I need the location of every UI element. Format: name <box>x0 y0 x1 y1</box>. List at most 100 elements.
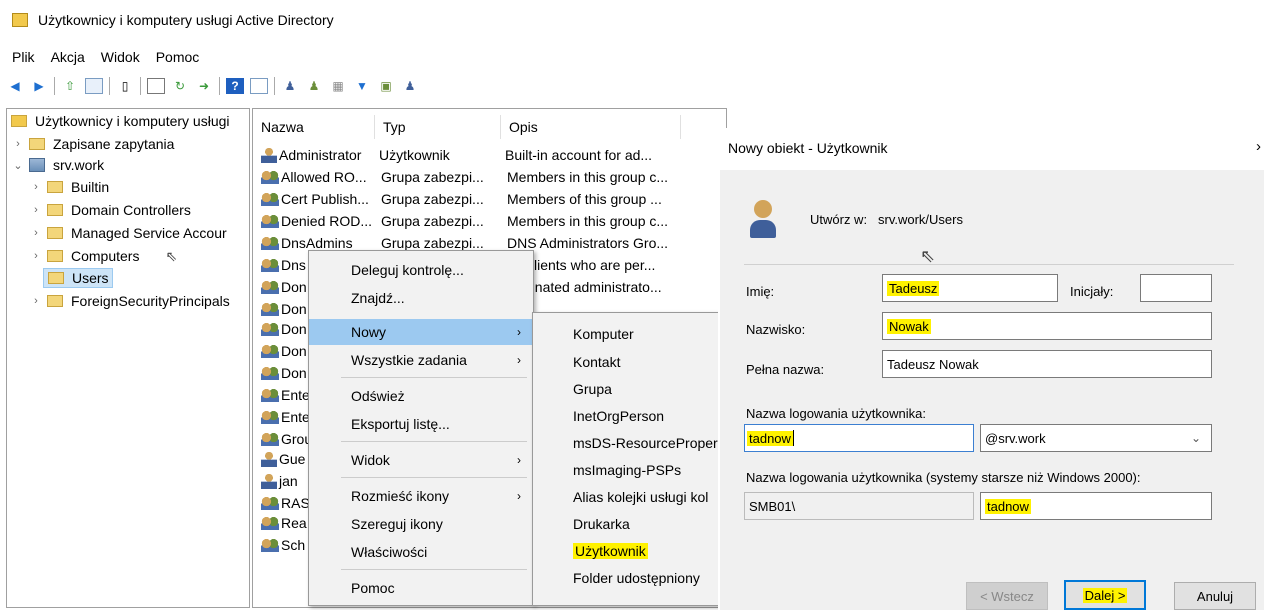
add-to-group-icon[interactable]: ♟ <box>401 78 419 94</box>
menu-action[interactable]: Akcja <box>51 49 85 65</box>
submenu-item-msds-resource[interactable]: msDS-ResourceProper <box>533 430 727 456</box>
new-ou-icon[interactable]: ▦ <box>329 78 347 94</box>
find-icon[interactable]: ▣ <box>377 78 395 94</box>
folder-icon <box>47 295 63 307</box>
menubar: Plik Akcja Widok Pomoc <box>0 46 215 68</box>
initials-field[interactable] <box>1140 274 1212 302</box>
tree-item-domain-controllers[interactable]: › Domain Controllers <box>29 200 191 220</box>
chevron-right-icon[interactable]: › <box>29 295 43 307</box>
menu-item-help[interactable]: Pomoc <box>309 575 533 601</box>
full-name-label: Pełna nazwa: <box>746 362 825 377</box>
back-button[interactable]: < Wstecz <box>966 582 1048 610</box>
table-row[interactable]: Allowed RO... Grupa zabezpi... Members in … <box>261 167 668 187</box>
legacy-logon-field[interactable]: tadnow <box>980 492 1212 520</box>
tree-item-label: Zapisane zapytania <box>53 136 175 152</box>
chevron-right-icon[interactable]: › <box>29 250 43 262</box>
menu-file[interactable]: Plik <box>12 49 35 65</box>
submenu-item-computer[interactable]: Komputer <box>533 321 727 347</box>
forward-icon[interactable]: ▶ <box>30 78 48 94</box>
submenu-item-contact[interactable]: Kontakt <box>533 349 727 375</box>
last-name-field[interactable]: Nowak <box>882 312 1212 340</box>
tree-item-builtin[interactable]: › Builtin <box>29 177 109 197</box>
menu-item-line-up-icons[interactable]: Szereguj ikony <box>309 511 533 537</box>
submenu-item-printer[interactable]: Drukarka <box>533 511 727 537</box>
tree-item-managed-service[interactable]: › Managed Service Accour <box>29 223 226 243</box>
close-icon[interactable]: › <box>1256 138 1261 155</box>
group-icon <box>261 388 279 402</box>
tree-item-users[interactable]: Users <box>43 268 113 288</box>
clipboard-icon[interactable]: ▯ <box>116 78 134 94</box>
menu-help[interactable]: Pomoc <box>156 49 200 65</box>
help-icon[interactable]: ? <box>226 78 244 94</box>
group-icon <box>261 214 279 228</box>
user-icon <box>261 147 277 163</box>
column-header-type[interactable]: Typ <box>375 115 501 139</box>
back-icon[interactable]: ◀ <box>6 78 24 94</box>
submenu-item-shared-folder[interactable]: Folder udostępniony <box>533 565 727 591</box>
menu-item-all-tasks[interactable]: Wszystkie zadania › <box>309 347 533 373</box>
domain-suffix-select[interactable]: @srv.work ⌄ <box>980 424 1212 452</box>
chevron-right-icon: › <box>517 489 521 503</box>
logon-label: Nazwa logowania użytkownika: <box>746 406 926 421</box>
next-button[interactable]: Dalej > <box>1064 580 1146 610</box>
up-folder-icon[interactable]: ⇧ <box>61 78 79 94</box>
table-row[interactable]: Cert Publish... Grupa zabezpi... Members o… <box>261 189 662 209</box>
table-row[interactable]: Denied ROD... Grupa zabezpi... Members in … <box>261 211 668 231</box>
menu-item-properties[interactable]: Właściwości <box>309 539 533 565</box>
logon-field[interactable]: tadnow <box>744 424 974 452</box>
menu-item-new[interactable]: Nowy › <box>309 319 533 345</box>
group-icon <box>261 192 279 206</box>
cell-type: Grupa zabezpi... <box>381 169 484 185</box>
filter-icon[interactable]: ▼ <box>353 78 371 94</box>
details-view-icon[interactable] <box>250 78 268 94</box>
submenu-item-user[interactable]: Użytkownik <box>533 538 727 564</box>
menu-item-view[interactable]: Widok › <box>309 447 533 473</box>
show-tree-icon[interactable] <box>85 78 103 94</box>
menu-item-label: Rozmieść ikony <box>351 488 450 504</box>
new-user-dialog: Nowy obiekt - Użytkownik › Utwórz w: srv… <box>718 128 1264 610</box>
menu-item-delegate[interactable]: Deleguj kontrolę... <box>309 257 533 283</box>
next-button-label: Dalej > <box>1082 587 1128 603</box>
column-header-desc[interactable]: Opis <box>501 115 681 139</box>
cancel-button[interactable]: Anuluj <box>1174 582 1256 610</box>
column-header-name[interactable]: Nazwa <box>253 115 375 139</box>
chevron-down-icon[interactable]: ⌄ <box>11 159 25 172</box>
submenu-item-inetorgperson[interactable]: InetOrgPerson <box>533 403 727 429</box>
menu-item-arrange-icons[interactable]: Rozmieść ikony › <box>309 483 533 509</box>
submenu-item-queue-alias[interactable]: Alias kolejki usługi kol <box>533 484 727 510</box>
tree-item-domain[interactable]: ⌄ srv.work <box>11 155 104 175</box>
last-name-value: Nowak <box>887 318 931 334</box>
export-icon[interactable]: ➜ <box>195 78 213 94</box>
legacy-logon-label: Nazwa logowania użytkownika (systemy sta… <box>746 470 1141 485</box>
menu-item-find[interactable]: Znajdź... <box>309 285 533 311</box>
chevron-right-icon[interactable]: › <box>11 138 25 150</box>
tree-item-computers[interactable]: › Computers ⇖ <box>29 246 177 266</box>
cell-name: Cert Publish... <box>281 191 369 207</box>
tree-item-label: Builtin <box>71 179 110 195</box>
full-name-field[interactable]: Tadeusz Nowak <box>882 350 1212 378</box>
tree-root[interactable]: Użytkownicy i komputery usługi <box>11 111 230 131</box>
first-name-field[interactable]: Tadeusz <box>882 274 1058 302</box>
refresh-icon[interactable]: ↻ <box>171 78 189 94</box>
chevron-right-icon[interactable]: › <box>29 227 43 239</box>
tree-item-foreign[interactable]: › ForeignSecurityPrincipals <box>29 291 230 311</box>
submenu-item-group[interactable]: Grupa <box>533 376 727 402</box>
folder-icon <box>47 227 63 239</box>
last-name-label: Nazwisko: <box>746 322 806 337</box>
menu-item-label: Widok <box>351 452 390 468</box>
tree-root-label: Użytkownicy i komputery usługi <box>35 113 230 129</box>
tree-item-saved-queries[interactable]: › Zapisane zapytania <box>11 134 174 154</box>
table-row[interactable]: Administrator Użytkownik Built-in account … <box>261 145 652 165</box>
menu-item-export[interactable]: Eksportuj listę... <box>309 411 533 437</box>
chevron-right-icon[interactable]: › <box>29 204 43 216</box>
submenu-new: Komputer Kontakt Grupa InetOrgPerson msD… <box>532 312 728 606</box>
group-icon <box>261 538 279 552</box>
group-icon <box>261 280 279 294</box>
submenu-item-msimaging[interactable]: msImaging-PSPs <box>533 457 727 483</box>
new-user-icon[interactable]: ♟ <box>281 78 299 94</box>
properties-icon[interactable] <box>147 78 165 94</box>
menu-view[interactable]: Widok <box>101 49 140 65</box>
menu-item-refresh[interactable]: Odśwież <box>309 383 533 409</box>
new-group-icon[interactable]: ♟ <box>305 78 323 94</box>
chevron-right-icon[interactable]: › <box>29 181 43 193</box>
